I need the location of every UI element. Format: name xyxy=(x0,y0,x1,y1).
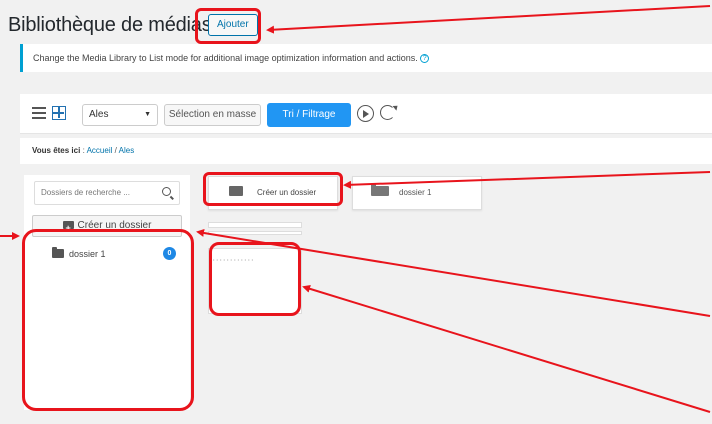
page-title: Bibliothèque de médias xyxy=(8,14,212,36)
folder-filter-value: Ales xyxy=(89,109,109,120)
search-icon[interactable] xyxy=(162,187,171,196)
refresh-icon[interactable] xyxy=(380,105,395,120)
notice-text: Change the Media Library to List mode fo… xyxy=(33,53,418,63)
folder-tree-item[interactable]: dossier 1 0 xyxy=(52,247,182,261)
create-folder-label: Créer un dossier xyxy=(77,220,152,231)
create-folder-tile[interactable]: Créer un dossier xyxy=(208,176,338,215)
bulk-select-button[interactable]: Sélection en masse xyxy=(164,104,261,126)
list-view-icon[interactable] xyxy=(32,106,46,120)
breadcrumb-separator: : xyxy=(82,146,85,155)
media-thumbnail[interactable]: • • • • • • • • • • • • xyxy=(208,248,302,314)
annotation-arrow xyxy=(266,5,711,34)
add-new-button[interactable]: Ajouter xyxy=(208,14,258,36)
play-icon[interactable] xyxy=(357,105,374,122)
media-strip xyxy=(208,222,302,228)
breadcrumb-label: Vous êtes ici xyxy=(32,146,81,155)
create-folder-button[interactable]: Créer un dossier xyxy=(32,215,182,238)
folder-filter-select[interactable]: Ales ▼ xyxy=(82,104,158,126)
folder-sidebar: Dossiers de recherche ... Créer un dossi… xyxy=(24,175,190,410)
breadcrumb-home-link[interactable]: Accueil xyxy=(87,146,113,155)
sort-filter-button[interactable]: Tri / Filtrage xyxy=(267,103,351,127)
folder-icon xyxy=(371,184,389,196)
folder-plus-icon xyxy=(229,183,243,215)
folder-icon xyxy=(52,247,64,258)
breadcrumb-separator: / xyxy=(114,146,117,155)
annotation-arrow xyxy=(302,284,711,413)
grid-view-icon[interactable] xyxy=(52,106,66,120)
folder-plus-icon xyxy=(62,218,74,238)
media-toolbar: Ales ▼ Sélection en masse Tri / Filtrage xyxy=(20,94,712,134)
folder-name: dossier 1 xyxy=(69,249,106,259)
folder-count-badge: 0 xyxy=(163,247,176,260)
folder-tile[interactable]: dossier 1 xyxy=(352,176,482,210)
folder-tile-name: dossier 1 xyxy=(399,188,432,197)
help-icon[interactable]: ? xyxy=(420,54,430,63)
breadcrumb-current[interactable]: Ales xyxy=(119,146,135,155)
breadcrumb: Vous êtes ici : Accueil / Ales xyxy=(20,138,712,164)
info-notice: Change the Media Library to List mode fo… xyxy=(20,44,712,72)
thumbnail-preview: • • • • • • • • • • • • xyxy=(213,257,254,262)
chevron-down-icon: ▼ xyxy=(144,111,151,118)
folder-search-placeholder: Dossiers de recherche ... xyxy=(41,188,130,197)
media-strip xyxy=(208,231,302,235)
create-folder-tile-label: Créer un dossier xyxy=(257,188,317,197)
folder-search-input[interactable]: Dossiers de recherche ... xyxy=(34,181,180,205)
